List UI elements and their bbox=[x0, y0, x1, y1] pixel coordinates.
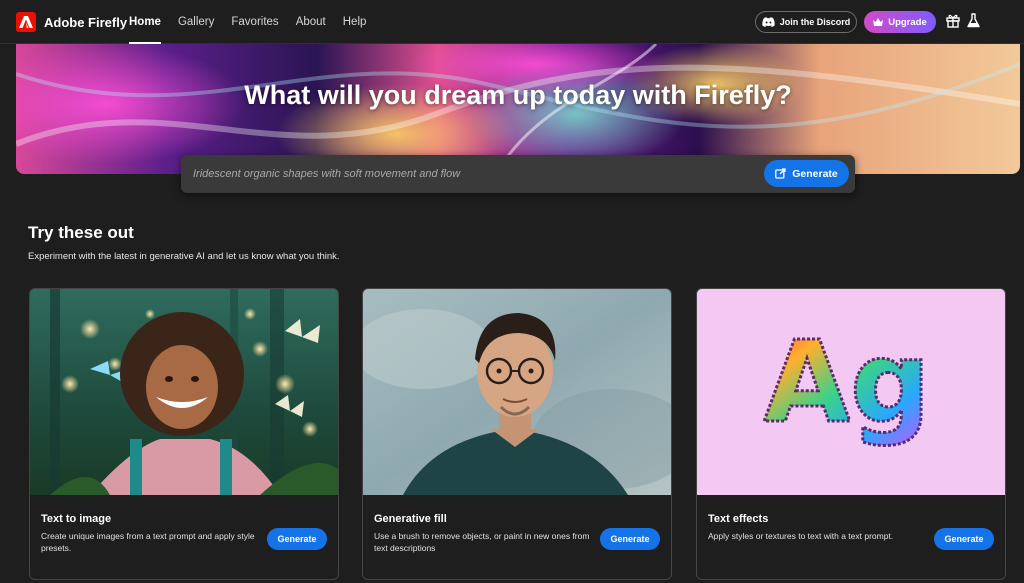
prompt-bar: Generate bbox=[181, 155, 855, 193]
brand-name: Adobe Firefly bbox=[44, 14, 128, 30]
hero-title: What will you dream up today with Firefl… bbox=[244, 80, 792, 110]
discord-label: Join the Discord bbox=[779, 17, 851, 27]
card-description: Use a brush to remove objects, or paint … bbox=[374, 531, 590, 553]
text-effects-generate-button[interactable]: Generate bbox=[934, 528, 994, 550]
prompt-generate-label: Generate bbox=[792, 167, 838, 180]
nav-about[interactable]: About bbox=[296, 0, 326, 44]
nav-home[interactable]: Home bbox=[129, 0, 161, 44]
card-title: Text effects bbox=[708, 513, 769, 525]
text-effects-sample: Ag bbox=[764, 318, 931, 448]
prompt-input[interactable] bbox=[193, 165, 753, 183]
main-nav: Home Gallery Favorites About Help bbox=[129, 0, 366, 44]
generate-icon bbox=[775, 168, 786, 179]
section-subtitle: Experiment with the latest in generative… bbox=[28, 251, 340, 262]
brand[interactable]: Adobe Firefly bbox=[16, 11, 127, 33]
adobe-logo-icon bbox=[16, 12, 36, 32]
crown-icon bbox=[873, 18, 884, 26]
discord-icon bbox=[762, 17, 775, 27]
card-text-to-image[interactable]: Text to image Create unique images from … bbox=[29, 288, 339, 580]
upgrade-label: Upgrade bbox=[888, 16, 927, 28]
card-image-fluffy-text: Ag bbox=[697, 289, 1005, 495]
card-description: Create unique images from a text prompt … bbox=[41, 531, 255, 553]
card-title: Generative fill bbox=[374, 513, 447, 525]
upgrade-button[interactable]: Upgrade bbox=[864, 11, 936, 33]
generative-fill-generate-button[interactable]: Generate bbox=[600, 528, 660, 550]
card-description: Apply styles or textures to text with a … bbox=[708, 531, 894, 541]
card-title: Text to image bbox=[41, 513, 112, 525]
card-generative-fill[interactable]: Generative fill Use a brush to remove ob… bbox=[362, 288, 672, 580]
card-image-girl-butterflies bbox=[30, 289, 338, 495]
card-text-effects[interactable]: Ag Text effects Apply styles or textures… bbox=[696, 288, 1006, 580]
join-discord-button[interactable]: Join the Discord bbox=[755, 11, 857, 33]
prompt-generate-button[interactable]: Generate bbox=[764, 160, 849, 187]
section-title: Try these out bbox=[28, 223, 134, 242]
nav-favorites[interactable]: Favorites bbox=[231, 0, 278, 44]
flask-icon[interactable] bbox=[967, 13, 980, 28]
nav-help[interactable]: Help bbox=[343, 0, 367, 44]
card-image-man-portrait bbox=[363, 289, 671, 495]
nav-gallery[interactable]: Gallery bbox=[178, 0, 214, 44]
text-to-image-generate-button[interactable]: Generate bbox=[267, 528, 327, 550]
top-nav: Adobe Firefly Home Gallery Favorites Abo… bbox=[0, 0, 1024, 44]
gift-icon[interactable] bbox=[946, 14, 960, 28]
